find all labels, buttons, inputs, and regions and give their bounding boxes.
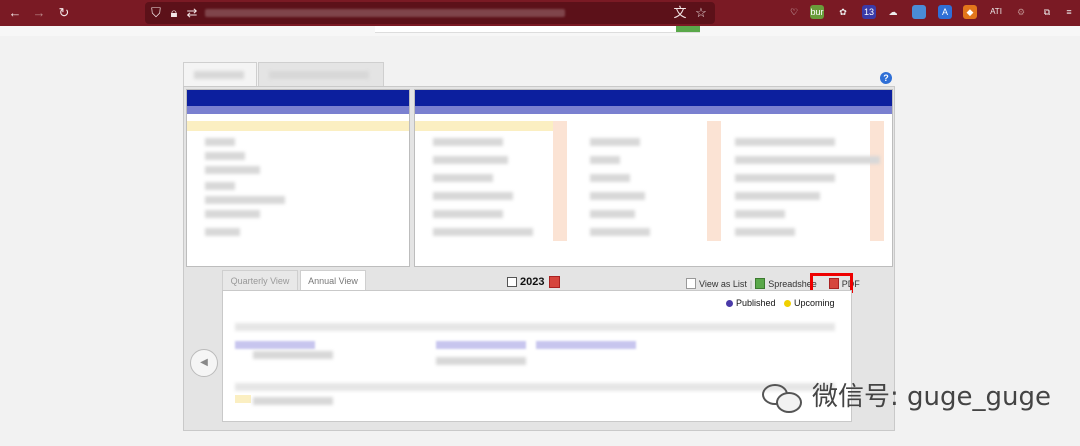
- arrow-left-icon[interactable]: ←: [6, 4, 24, 22]
- table-subheader: [187, 106, 409, 114]
- calendar-row: [253, 397, 333, 405]
- tab-annual-view[interactable]: Annual View: [300, 270, 366, 292]
- list-icon: [686, 278, 696, 289]
- extension-icon[interactable]: [912, 5, 926, 19]
- star-icon[interactable]: ☆: [692, 4, 710, 22]
- spreadsheet-icon: [755, 278, 766, 289]
- calendar-event[interactable]: [436, 341, 526, 349]
- calendar-row: [235, 323, 835, 331]
- calendar-row: [235, 383, 835, 391]
- table-row: [735, 138, 835, 146]
- tab-quarterly-view[interactable]: Quarterly View: [222, 270, 298, 291]
- watermark-text: 微信号: guge_guge: [812, 382, 1051, 412]
- table-row: [205, 166, 260, 174]
- view-as-list-button[interactable]: View as List: [683, 278, 750, 289]
- year-checkbox[interactable]: [507, 277, 517, 287]
- calendar-icon[interactable]: [549, 276, 561, 288]
- table-row: [735, 192, 820, 200]
- tab-label: [194, 71, 244, 79]
- page-top-strip: [0, 26, 1080, 36]
- table-row: [205, 210, 260, 218]
- calendar-event[interactable]: [235, 395, 251, 403]
- table-row: [433, 210, 503, 218]
- url-text: [205, 9, 565, 17]
- translate-icon[interactable]: ⽂: [671, 4, 689, 22]
- table-row: [205, 152, 245, 160]
- table-row: [205, 196, 285, 204]
- table-subheader: [415, 106, 892, 114]
- year-label: 2023: [520, 276, 545, 288]
- extension-icon[interactable]: ⚙: [1014, 5, 1028, 19]
- table-row: [433, 138, 503, 146]
- calendar-row: [436, 357, 526, 365]
- table-row: [590, 156, 620, 164]
- bur-extension-icon[interactable]: bur: [810, 5, 824, 19]
- calendar-panel: [222, 290, 852, 422]
- tab-primary[interactable]: [183, 62, 257, 87]
- help-icon[interactable]: ?: [880, 72, 892, 84]
- table-row: [205, 138, 235, 146]
- permissions-icon[interactable]: ⇄: [183, 4, 201, 22]
- address-bar[interactable]: ⛉ 🔒︎ ⇄ ⽂ ☆: [145, 2, 715, 24]
- table-row: [735, 174, 835, 182]
- table-row: [433, 192, 513, 200]
- table-row: [735, 228, 795, 236]
- published-dot-icon: [726, 299, 733, 307]
- table-row: [590, 228, 650, 236]
- menu-icon[interactable]: ≡: [1062, 5, 1076, 19]
- upcoming-dot-icon: [784, 299, 791, 307]
- extension-icon[interactable]: ATI: [989, 5, 1003, 19]
- cloud-icon[interactable]: ☁: [886, 5, 900, 19]
- left-data-table: [186, 89, 410, 267]
- right-data-table: [414, 89, 893, 267]
- extension-icon[interactable]: ✿: [836, 5, 850, 19]
- pocket-icon[interactable]: ♡: [787, 5, 801, 19]
- table-header: [187, 90, 409, 106]
- tab-secondary[interactable]: [258, 62, 384, 87]
- highlight-row: [415, 121, 555, 131]
- table-row: [590, 138, 640, 146]
- calendar-event[interactable]: [235, 341, 315, 349]
- table-row: [205, 182, 235, 190]
- table-header: [415, 90, 892, 106]
- reload-icon[interactable]: ↻: [55, 4, 73, 22]
- previous-button[interactable]: ◀: [190, 349, 218, 377]
- metamask-icon[interactable]: ◆: [963, 5, 977, 19]
- published-label: Published: [736, 298, 776, 308]
- column-marker: [870, 121, 884, 241]
- header-strip: [375, 26, 700, 33]
- year-selector: 2023: [507, 276, 561, 288]
- upcoming-label: Upcoming: [794, 298, 835, 308]
- watermark: 微信号: guge_guge: [760, 376, 1051, 413]
- shield-icon[interactable]: ⛉: [147, 4, 165, 22]
- column-marker: [707, 121, 721, 241]
- legend-published: Published: [726, 298, 776, 308]
- header-accent: [676, 26, 700, 32]
- table-row: [433, 156, 508, 164]
- lock-icon[interactable]: 🔒︎: [165, 4, 183, 22]
- arrow-right-icon[interactable]: →: [30, 4, 48, 22]
- table-row: [735, 210, 785, 218]
- table-row: [590, 192, 645, 200]
- table-row: [433, 228, 533, 236]
- tab-label: [269, 71, 369, 79]
- table-row: [735, 156, 880, 164]
- table-row: [590, 174, 630, 182]
- column-marker: [553, 121, 567, 241]
- table-row: [433, 174, 493, 182]
- translate-icon[interactable]: A: [938, 5, 952, 19]
- highlight-row: [187, 121, 409, 131]
- browser-toolbar: ← → ↻ ⛉ 🔒︎ ⇄ ⽂ ☆ ♡ bur ✿ 13 ☁ A ◆ ATI ⚙ …: [0, 0, 1080, 26]
- calendar-row: [253, 351, 333, 359]
- view-as-list-label: View as List: [699, 278, 747, 289]
- legend-upcoming: Upcoming: [784, 298, 835, 308]
- table-row: [590, 210, 635, 218]
- badge-extension-icon[interactable]: 13: [862, 5, 876, 19]
- table-row: [205, 228, 240, 236]
- puzzle-icon[interactable]: ⧉: [1040, 5, 1054, 19]
- calendar-event[interactable]: [536, 341, 636, 349]
- wechat-icon: [760, 378, 804, 413]
